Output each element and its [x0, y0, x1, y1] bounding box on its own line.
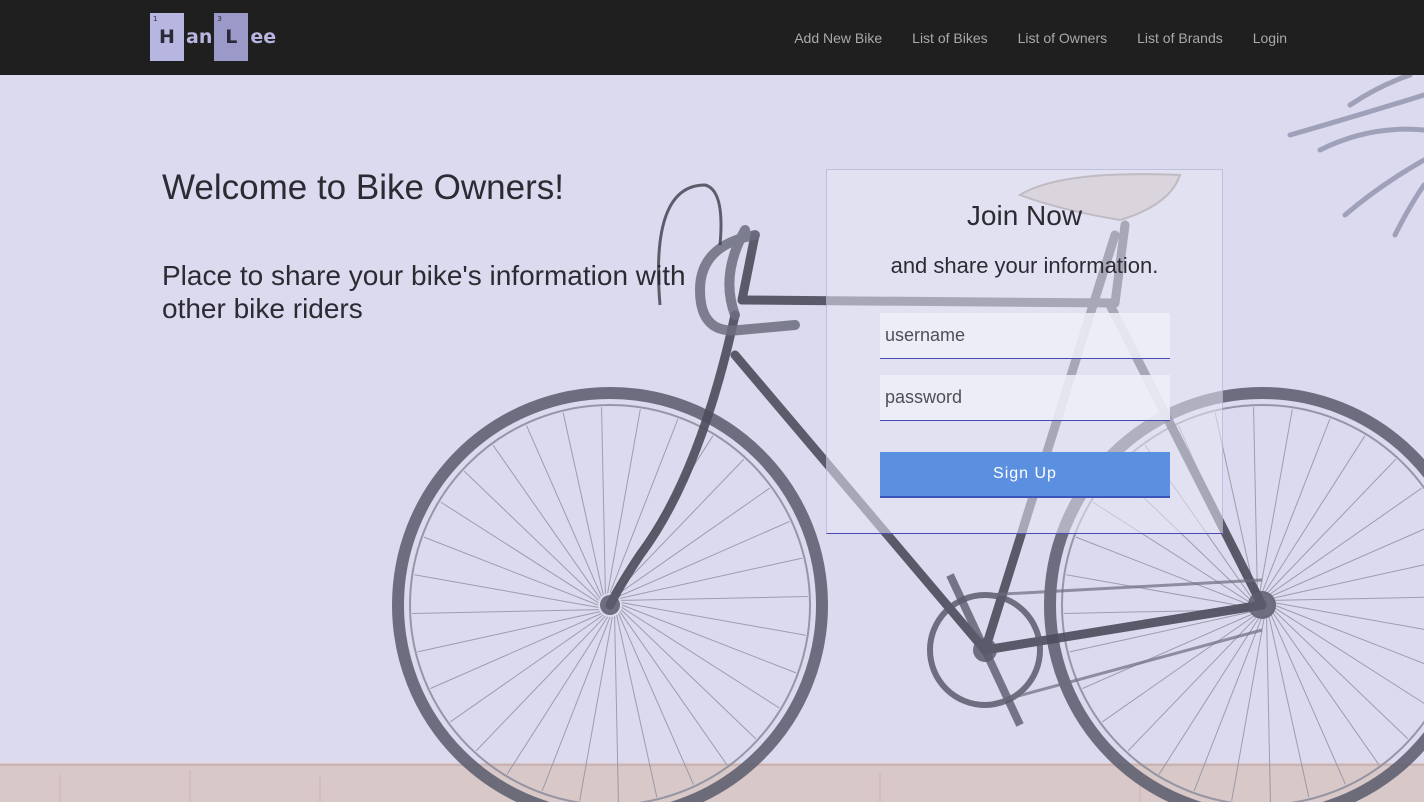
nav-list-of-brands[interactable]: List of Brands [1137, 30, 1223, 46]
logo-tile-number: 1 [153, 15, 158, 23]
tagline-text: Place to share your bike's information w… [162, 260, 686, 324]
logo-text: ee [250, 26, 277, 48]
logo-tile-h: 1 H [150, 13, 184, 61]
navbar: 1 H an 3 L ee Add New Bike List of Bikes… [0, 0, 1424, 75]
logo-text: an [186, 26, 213, 48]
password-input[interactable] [880, 375, 1170, 421]
site-logo[interactable]: 1 H an 3 L ee [150, 13, 278, 61]
logo-letter: L [225, 26, 238, 48]
username-input[interactable] [880, 313, 1170, 359]
nav-add-new-bike[interactable]: Add New Bike [794, 30, 882, 46]
logo-letter: H [159, 26, 175, 48]
signup-subtitle: and share your information. [890, 253, 1159, 278]
signup-title: Join Now [966, 200, 1083, 231]
nav-login[interactable]: Login [1253, 30, 1287, 46]
signup-card: Join Now and share your information. Sig… [826, 169, 1223, 534]
hero-section: Welcome to Bike Owners! Place to share y… [0, 75, 1424, 802]
logo-tile-number: 3 [217, 15, 222, 23]
nav-menu: Add New Bike List of Bikes List of Owner… [794, 0, 1287, 75]
nav-list-of-bikes[interactable]: List of Bikes [912, 30, 987, 46]
sign-up-button[interactable]: Sign Up [880, 452, 1170, 498]
logo-tile-l: 3 L [214, 13, 249, 61]
nav-list-of-owners[interactable]: List of Owners [1018, 30, 1107, 46]
welcome-heading: Welcome to Bike Owners! [162, 168, 564, 207]
